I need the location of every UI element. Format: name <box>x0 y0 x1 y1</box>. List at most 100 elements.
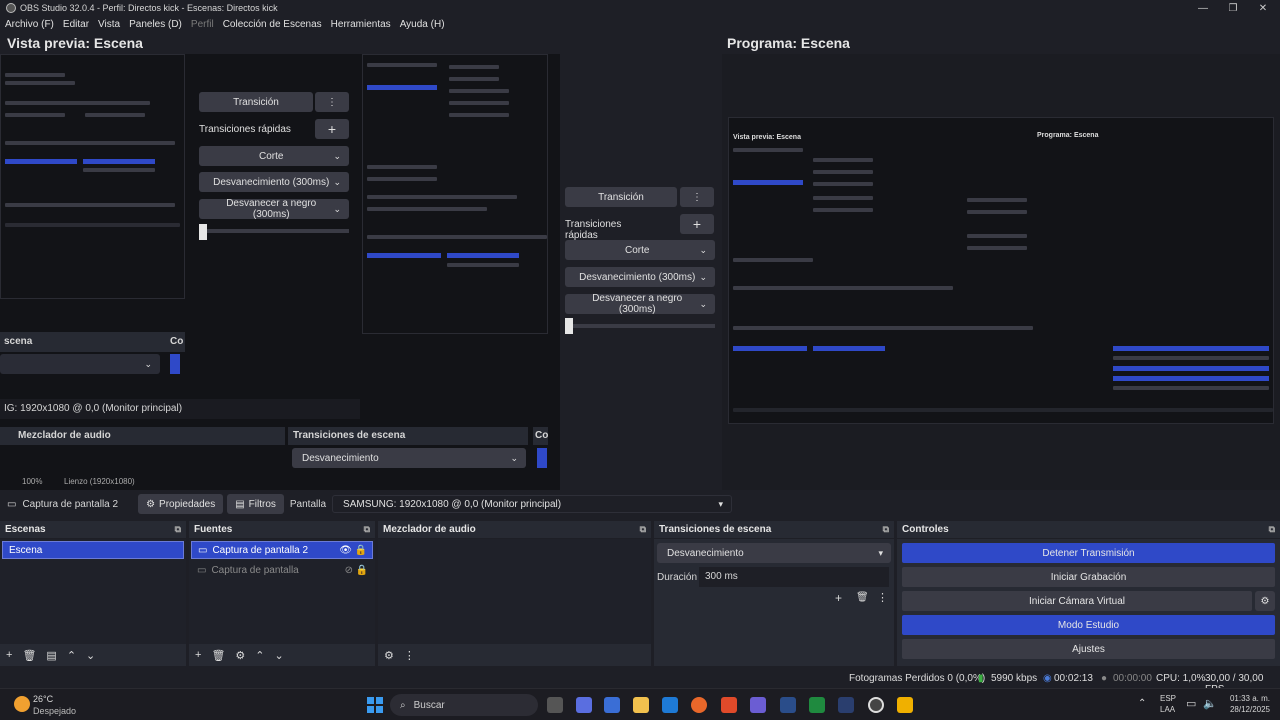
chevron-down-icon: ⌄ <box>510 452 518 463</box>
undock-icon[interactable]: ⧉ <box>640 524 646 535</box>
sources-dock: Fuentes ⧉ ▭ Captura de pantalla 2 👁 🔒 ▭ C… <box>189 521 375 666</box>
move-down-icon[interactable]: ⌄ <box>275 649 284 662</box>
start-recording-button[interactable]: Iniciar Grabación <box>902 567 1275 587</box>
menu-view[interactable]: Vista <box>98 19 120 30</box>
outlook-icon[interactable] <box>662 697 678 713</box>
preview-canvas[interactable]: Transición ⋮ Transiciones rápidas + Cort… <box>0 54 715 490</box>
weather-temp: 26°C <box>33 694 54 704</box>
scene-item[interactable]: Escena <box>2 541 184 559</box>
move-down-icon[interactable]: ⌄ <box>86 649 95 662</box>
properties-button[interactable]: ⚙ Propiedades <box>138 494 224 514</box>
menu-tools[interactable]: Herramientas <box>331 19 391 30</box>
audio-mixer-body <box>378 539 651 644</box>
remove-scene-icon[interactable]: 🗑 <box>22 649 36 662</box>
menu-scene-collection[interactable]: Colección de Escenas <box>223 19 322 30</box>
file-explorer-icon[interactable] <box>633 697 649 713</box>
move-up-icon[interactable]: ⌃ <box>255 649 264 662</box>
app-yellow-icon[interactable] <box>897 697 913 713</box>
source-item-1[interactable]: ▭ Captura de pantalla 2 👁 🔒 <box>191 541 373 559</box>
nested-tbar-handle-2 <box>565 318 573 334</box>
undock-icon[interactable]: ⧉ <box>1269 524 1275 535</box>
virtual-camera-button[interactable]: Iniciar Cámara Virtual <box>902 591 1252 611</box>
studio-mode-button[interactable]: Modo Estudio <box>902 615 1275 635</box>
nested-quick-item-fade-black-2-label: Desvanecer a negro (300ms) <box>592 293 683 315</box>
clock-time[interactable]: 01:33 a. m. <box>1226 694 1270 703</box>
app-icon[interactable] <box>780 697 796 713</box>
menu-icon[interactable]: ⋮ <box>404 649 415 662</box>
menu-help[interactable]: Ayuda (H) <box>400 19 445 30</box>
duration-input[interactable]: 300 ms <box>699 567 889 587</box>
nested-transition-menu-icon-2: ⋮ <box>680 187 714 207</box>
properties-button-label: Propiedades <box>159 498 216 510</box>
eye-icon[interactable]: 👁 <box>339 545 352 556</box>
menu-edit[interactable]: Editar <box>63 19 89 30</box>
close-button[interactable]: ✕ <box>1248 0 1278 16</box>
taskbar-search[interactable]: ⌕ Buscar <box>390 694 538 716</box>
obs-taskbar-icon[interactable] <box>868 697 884 713</box>
preview-title: Vista previa: Escena <box>7 35 143 51</box>
nested-co-header: Co <box>168 332 185 352</box>
excel-icon[interactable] <box>809 697 825 713</box>
nested-transition-dropdown-value: Desvanecimiento <box>302 452 379 464</box>
source-properties-icon[interactable]: ⚙ <box>235 649 245 662</box>
maximize-button[interactable]: ❐ <box>1218 0 1248 16</box>
menu-profile[interactable]: Perfil <box>191 19 214 30</box>
remove-transition-icon[interactable]: 🗑 <box>856 592 869 603</box>
stop-streaming-button[interactable]: Detener Transmisión <box>902 543 1275 563</box>
title-bar: OBS Studio 32.0.4 - Perfil: Directos kic… <box>0 0 1280 16</box>
nested-quick-item-fade-black: Desvanecer a negro (300ms) ⌄ <box>199 198 349 220</box>
lock-icon[interactable]: 🔒 <box>356 565 368 576</box>
transition-select[interactable]: Desvanecimiento ▾ <box>657 543 891 563</box>
program-nested-preview-title: Vista previa: Escena <box>733 134 801 141</box>
lock-icon[interactable]: 🔒 <box>355 545 367 556</box>
menu-file[interactable]: Archivo (F) <box>5 19 54 30</box>
program-nested-program-title: Programa: Escena <box>1037 132 1099 139</box>
undock-icon[interactable]: ⧉ <box>175 524 181 535</box>
gear-icon[interactable]: ⚙ <box>1255 591 1275 611</box>
copilot-icon[interactable] <box>576 697 592 713</box>
minimize-button[interactable]: — <box>1188 0 1218 16</box>
teams-icon[interactable] <box>750 697 766 713</box>
scene-filters-icon[interactable]: ▤ <box>46 649 56 662</box>
sources-header: Fuentes ⧉ <box>189 521 375 539</box>
task-view-icon[interactable] <box>547 697 563 713</box>
steam-icon[interactable] <box>838 697 854 713</box>
taskbar: 26°C Despejado ⌕ Buscar ⌃ ESP LAA ▭ 🔈 01… <box>0 688 1280 720</box>
add-source-icon[interactable]: + <box>195 649 201 661</box>
volume-icon[interactable]: 🔈 <box>1203 697 1217 710</box>
lang-line2[interactable]: LAA <box>1160 705 1175 714</box>
tray-chevron-up-icon[interactable]: ⌃ <box>1138 698 1146 709</box>
move-up-icon[interactable]: ⌃ <box>67 649 76 662</box>
filters-button[interactable]: ▤ Filtros <box>227 494 284 514</box>
advanced-audio-icon[interactable]: ⚙ <box>384 649 394 662</box>
nested-blue-block-2 <box>537 448 547 468</box>
firefox-icon[interactable] <box>691 697 707 713</box>
chevron-down-icon: ⌄ <box>333 176 341 187</box>
nested-scenes-dropdown: ⌄ <box>0 354 160 374</box>
undock-icon[interactable]: ⧉ <box>364 524 370 535</box>
source-item-2-label: Captura de pantalla <box>211 564 299 576</box>
source-toolbar: ▭ Captura de pantalla 2 ⚙ Propiedades ▤ Fi… <box>0 493 1280 515</box>
windows-start-icon[interactable] <box>367 697 383 713</box>
lang-line1[interactable]: ESP <box>1160 694 1176 703</box>
weather-icon <box>14 696 30 712</box>
nested-quick-item-fade-2: Desvanecimiento (300ms) ⌄ <box>565 267 715 287</box>
settings-button[interactable]: Ajustes <box>902 639 1275 659</box>
display-select[interactable]: SAMSUNG: 1920x1080 @ 0,0 (Monitor princi… <box>332 495 733 513</box>
brave-icon[interactable] <box>721 697 737 713</box>
undock-icon[interactable]: ⧉ <box>883 524 889 535</box>
filters-button-label: Filtros <box>248 498 276 510</box>
add-scene-icon[interactable]: + <box>6 649 12 661</box>
eye-hidden-icon[interactable]: ⊘ <box>345 565 353 576</box>
add-transition-icon[interactable]: + <box>835 591 842 605</box>
clock-date[interactable]: 28/12/2025 <box>1226 705 1270 714</box>
record-icon: ● <box>1101 673 1108 684</box>
source-item-2[interactable]: ▭ Captura de pantalla ⊘ 🔒 <box>191 561 373 579</box>
transition-menu-icon[interactable]: ⋮ <box>877 591 888 604</box>
network-icon[interactable]: ▭ <box>1186 697 1196 710</box>
remove-source-icon[interactable]: 🗑 <box>211 649 225 662</box>
nested-transition-button-2: Transición <box>565 187 677 207</box>
store-icon[interactable] <box>604 697 620 713</box>
gear-icon: ⚙ <box>146 498 156 510</box>
menu-docks[interactable]: Paneles (D) <box>129 19 182 30</box>
